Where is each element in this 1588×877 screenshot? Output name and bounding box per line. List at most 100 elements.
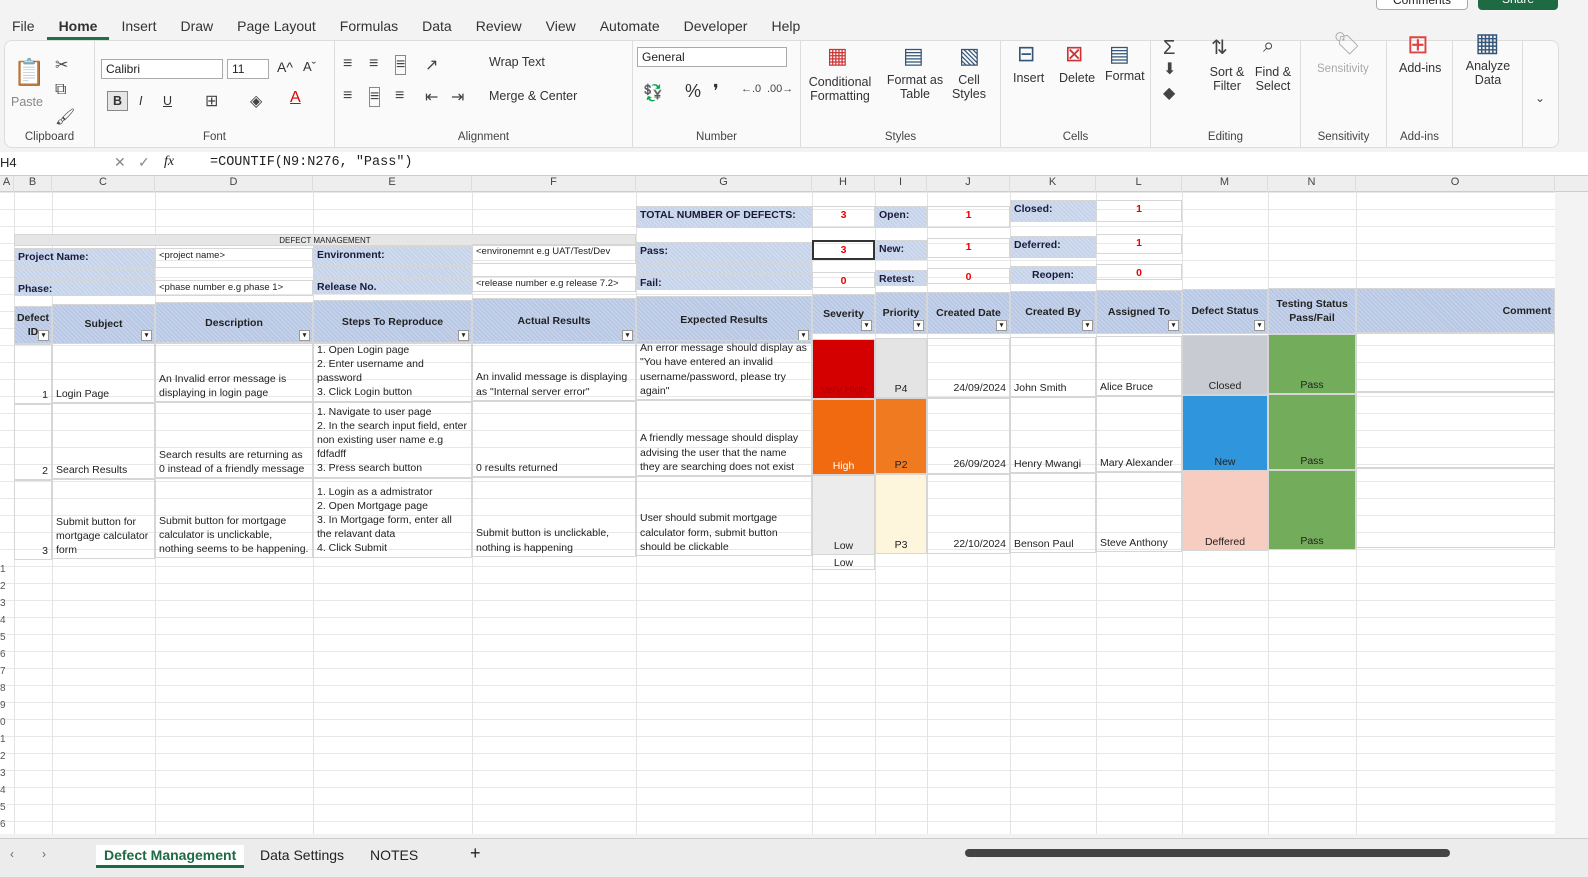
sheet-tab-notes[interactable]: NOTES [362,845,426,865]
project-spacer[interactable] [14,268,155,280]
tab-data[interactable]: Data [410,12,464,40]
new-label[interactable]: New: [875,240,927,260]
number-format-select[interactable]: General [637,47,787,67]
cell-description[interactable]: Submit button for mortgage calculator is… [155,478,313,559]
cell-subject[interactable]: Submit button for mortgage calculator fo… [52,479,155,560]
header-testing-status-pass-fail[interactable]: Testing Status Pass/Fail [1268,288,1356,334]
column-header-j[interactable]: J [927,176,1010,192]
row-number[interactable]: 5 [0,632,10,643]
closed-value[interactable]: 1 [1096,200,1182,222]
column-header-a[interactable]: A [0,176,14,192]
cell-priority[interactable]: P3 [875,474,927,555]
header-severity[interactable]: Severity ▾ [812,294,875,334]
bold-button[interactable]: B [107,91,129,111]
cell-comment[interactable] [1356,332,1555,392]
shrink-font-button[interactable]: Aˇ [303,59,316,74]
cell-severity[interactable]: Low [812,475,875,556]
cell-steps[interactable]: 1. Navigate to user page 2. In the searc… [313,401,472,478]
italic-button[interactable]: I [139,94,142,108]
row-number[interactable]: 9 [0,700,10,711]
column-header-e[interactable]: E [313,176,472,192]
open-label[interactable]: Open: [875,206,927,228]
format-button[interactable]: Format [1105,69,1145,83]
header-assigned-to[interactable]: Assigned To ▾ [1096,290,1182,334]
total-defects-value[interactable]: 3 [812,206,875,228]
header-created-by[interactable]: Created By ▾ [1010,291,1096,334]
tab-review[interactable]: Review [464,12,534,40]
cell-subject[interactable]: Login Page [52,343,155,404]
total-defects-label[interactable]: TOTAL NUMBER OF DEFECTS: [636,206,812,228]
row-number[interactable]: 6 [0,649,10,660]
cell-assigned[interactable]: Mary Alexander [1096,396,1182,472]
cell-status[interactable]: New [1182,395,1268,472]
row-number[interactable]: 2 [0,581,10,592]
header-defect-id[interactable]: Defect ID ▾ [14,306,52,344]
grow-font-button[interactable]: A^ [277,59,293,75]
column-header-k[interactable]: K [1010,176,1096,192]
header-actual-results[interactable]: Actual Results ▾ [472,298,636,344]
increase-indent-icon[interactable]: ⇥ [451,87,464,107]
increase-decimal-icon[interactable]: ←.0 [741,83,761,95]
cut-icon[interactable]: ✂ [55,55,68,75]
font-color-icon[interactable]: A [290,89,301,107]
deferred-label[interactable]: Deferred: [1010,236,1096,258]
cell-description[interactable]: An Invalid error message is displaying i… [155,342,313,403]
cell-testing[interactable]: Pass [1268,394,1356,471]
row-number[interactable]: 7 [0,666,10,677]
fail-label[interactable]: Fail: [636,274,812,290]
row-number[interactable]: 2 [0,751,10,762]
collapse-ribbon-icon[interactable]: ⌄ [1535,91,1545,105]
column-header-h[interactable]: H [812,176,875,192]
column-header-l[interactable]: L [1096,176,1182,192]
cell-id[interactable]: 1 [14,344,52,404]
row-number[interactable]: 6 [0,819,10,830]
addins-button[interactable]: Add-ins [1399,61,1441,75]
project-name-label[interactable]: Project Name: [14,248,155,268]
phase-label[interactable]: Phase: [14,280,155,296]
share-button[interactable]: Share [1478,0,1558,10]
cell-by[interactable]: Benson Paul [1010,472,1096,553]
cell-id[interactable]: 3 [14,480,52,560]
cell-comment[interactable] [1356,468,1555,548]
sensitivity-button[interactable]: Sensitivity [1317,63,1369,75]
align-bottom-icon[interactable]: ≡ [395,55,407,75]
environment-value[interactable]: <environemnt e.g UAT/Test/Dev [472,244,636,264]
filter-dropdown-icon[interactable]: ▾ [38,330,49,341]
add-sheet-button[interactable]: + [462,841,489,866]
cell-testing[interactable]: Pass [1268,334,1356,395]
header-steps-to-reproduce[interactable]: Steps To Reproduce ▾ [313,300,472,344]
name-box[interactable]: H4 [0,155,90,170]
column-header-m[interactable]: M [1182,176,1268,192]
fill-icon[interactable]: ⬇ [1163,59,1176,79]
filter-dropdown-icon[interactable]: ▾ [996,320,1007,331]
comma-button[interactable]: ❜ [713,81,719,102]
tab-automate[interactable]: Automate [588,12,672,40]
environment-label[interactable]: Environment: [313,246,472,266]
copy-icon[interactable]: ⧉ [55,81,66,99]
cell-styles-button[interactable]: Cell Styles [947,73,991,101]
cell-created[interactable]: 24/09/2024 [927,337,1010,398]
tab-home[interactable]: Home [46,12,110,40]
new-value[interactable]: 1 [927,238,1010,258]
percent-button[interactable]: % [685,81,701,102]
cell-steps[interactable]: 1. Login as a admistrator 2. Open Mortga… [313,477,472,558]
header-priority[interactable]: Priority ▾ [875,292,927,334]
tab-insert[interactable]: Insert [109,12,168,40]
cell-priority[interactable]: P4 [875,338,927,399]
underline-button[interactable]: U [163,94,172,108]
row-number[interactable]: 3 [0,598,10,609]
pass-value[interactable]: 3 [812,240,875,260]
font-size-select[interactable]: 11 [227,59,269,79]
filter-dropdown-icon[interactable]: ▾ [141,330,152,341]
column-header-f[interactable]: F [472,176,636,192]
clear-icon[interactable]: ◆ [1163,83,1175,103]
comments-button[interactable]: Comments [1376,0,1468,10]
row-number[interactable]: 4 [0,615,10,626]
align-middle-icon[interactable]: ≡ [369,55,378,73]
row-number[interactable]: 1 [0,734,10,745]
prev-sheet-icon[interactable]: ‹ [10,847,14,861]
fail-value[interactable]: 0 [812,272,875,288]
closed-label[interactable]: Closed: [1010,200,1096,222]
horizontal-scrollbar[interactable] [965,849,1450,857]
cell-status[interactable]: Deffered [1182,471,1268,552]
